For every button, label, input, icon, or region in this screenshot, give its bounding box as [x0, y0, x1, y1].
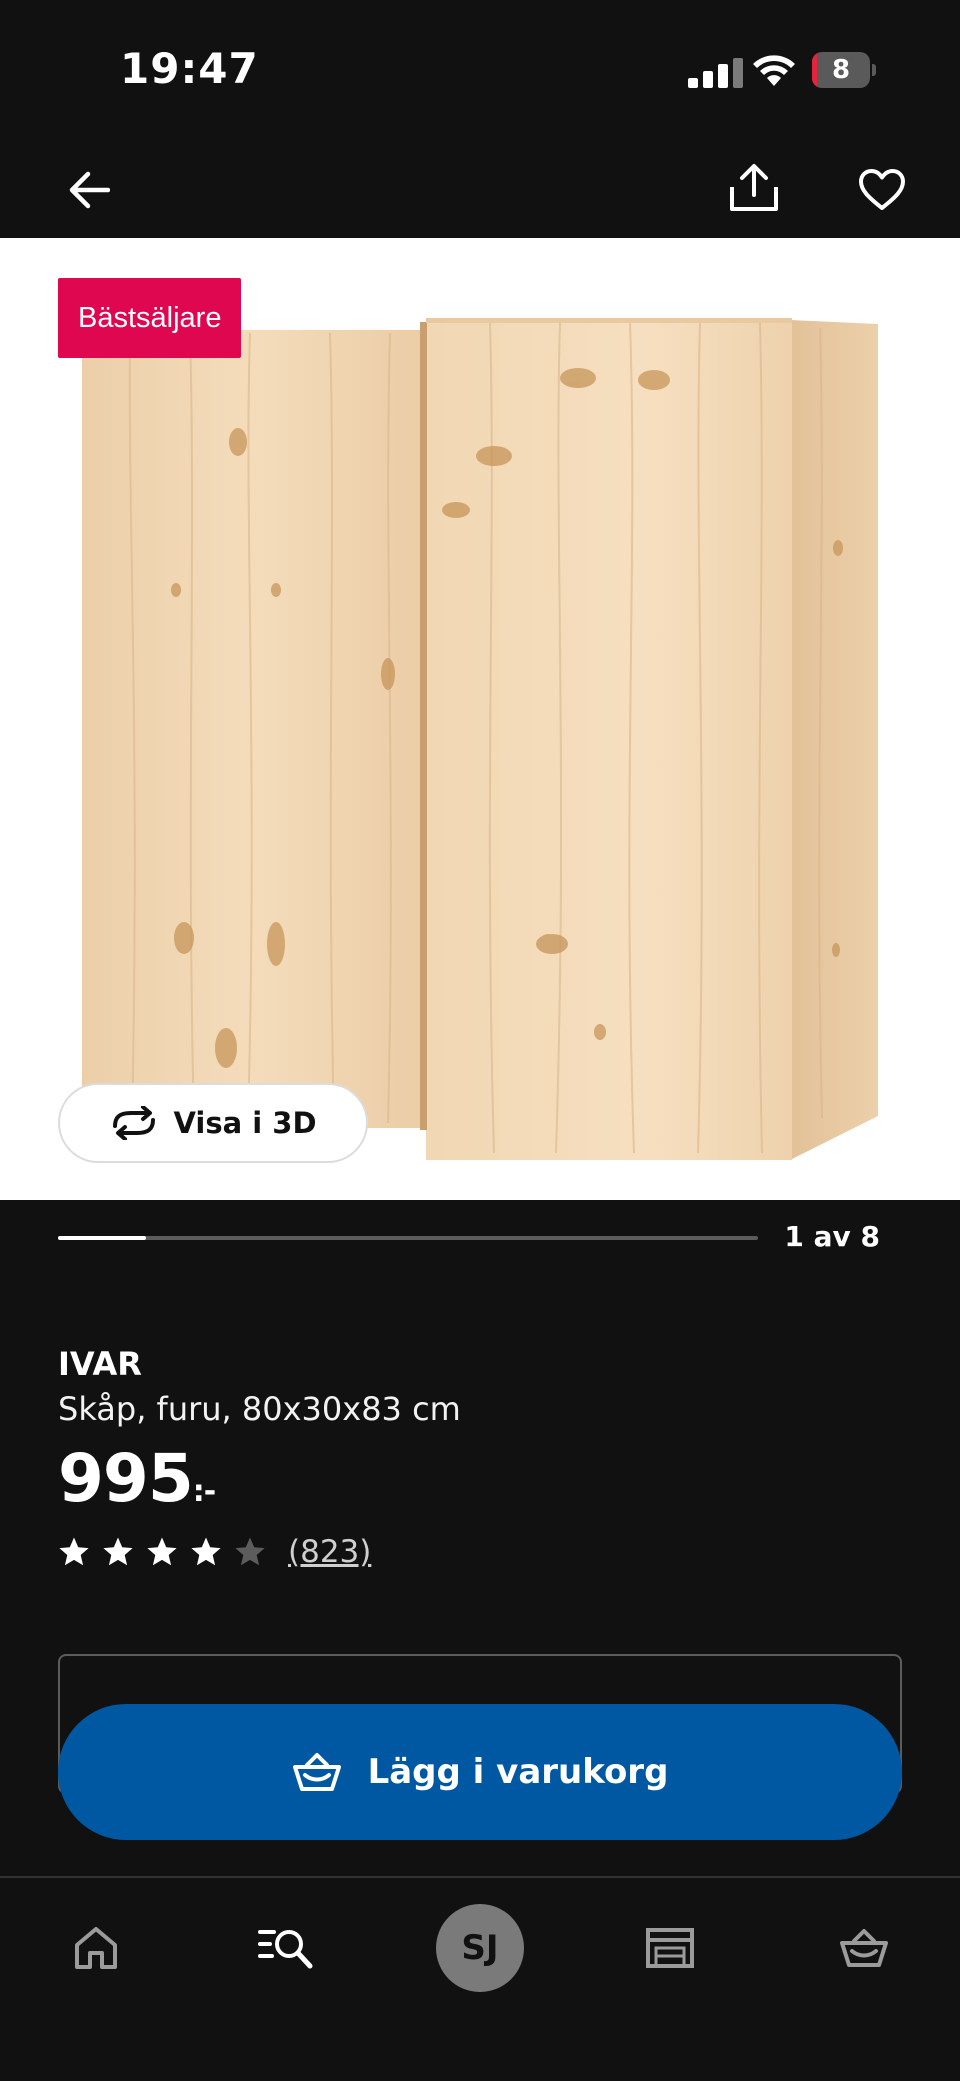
share-icon [730, 164, 778, 211]
status-bar: 19:47 8 [0, 0, 960, 140]
tab-home[interactable] [46, 1898, 146, 1998]
view-in-3d-button[interactable]: Visa i 3D [58, 1083, 368, 1163]
tab-stores[interactable] [620, 1898, 720, 1998]
arrow-left-icon [69, 171, 110, 209]
product-description: Skåp, furu, 80x30x83 cm [58, 1390, 461, 1428]
view-in-3d-label: Visa i 3D [173, 1106, 317, 1140]
gallery-progress-fill [58, 1236, 146, 1240]
product-name: IVAR [58, 1345, 142, 1383]
tab-search[interactable] [236, 1898, 336, 1998]
status-time: 19:47 [120, 44, 259, 93]
wifi-icon [753, 55, 795, 86]
product-price: 995:- [58, 1440, 216, 1517]
star-filled-icon [191, 1537, 221, 1566]
tab-cart[interactable] [814, 1898, 914, 1998]
product-image-gallery[interactable]: Bästsäljare Visa i 3D [0, 238, 960, 1200]
gallery-progress-bar [58, 1236, 758, 1240]
battery-level-text: 8 [831, 55, 851, 85]
rotate-icon [113, 1106, 156, 1140]
search-list-icon [258, 1930, 313, 1969]
share-button[interactable] [718, 152, 790, 224]
back-button[interactable] [52, 154, 124, 226]
add-to-cart-label: Lägg i varukorg [367, 1752, 669, 1792]
bestseller-badge: Bästsäljare [58, 278, 242, 358]
favorite-button[interactable] [846, 154, 918, 226]
add-to-cart-button[interactable]: Lägg i varukorg [58, 1704, 902, 1840]
product-rating[interactable]: (823) [58, 1534, 371, 1570]
product-image [82, 318, 878, 1160]
price-value: 995 [58, 1440, 194, 1517]
bottom-tab-bar: SJ [0, 1876, 960, 2081]
top-navigation [0, 140, 960, 240]
basket-icon [292, 1753, 341, 1791]
star-filled-icon [147, 1537, 177, 1566]
price-suffix: :- [192, 1474, 216, 1509]
star-filled-icon [59, 1537, 89, 1566]
home-icon [75, 1927, 117, 1969]
star-empty-icon [235, 1537, 265, 1566]
avatar: SJ [436, 1904, 524, 1992]
store-icon [646, 1928, 694, 1968]
tab-profile[interactable]: SJ [430, 1898, 530, 1998]
star-filled-icon [103, 1537, 133, 1566]
cart-basket-icon [840, 1929, 888, 1967]
heart-icon [859, 169, 905, 210]
review-count-link[interactable]: (823) [288, 1534, 371, 1570]
battery-indicator: 8 [812, 52, 876, 88]
cellular-signal-icon [688, 56, 744, 88]
gallery-page-indicator: 1 av 8 [784, 1220, 880, 1253]
